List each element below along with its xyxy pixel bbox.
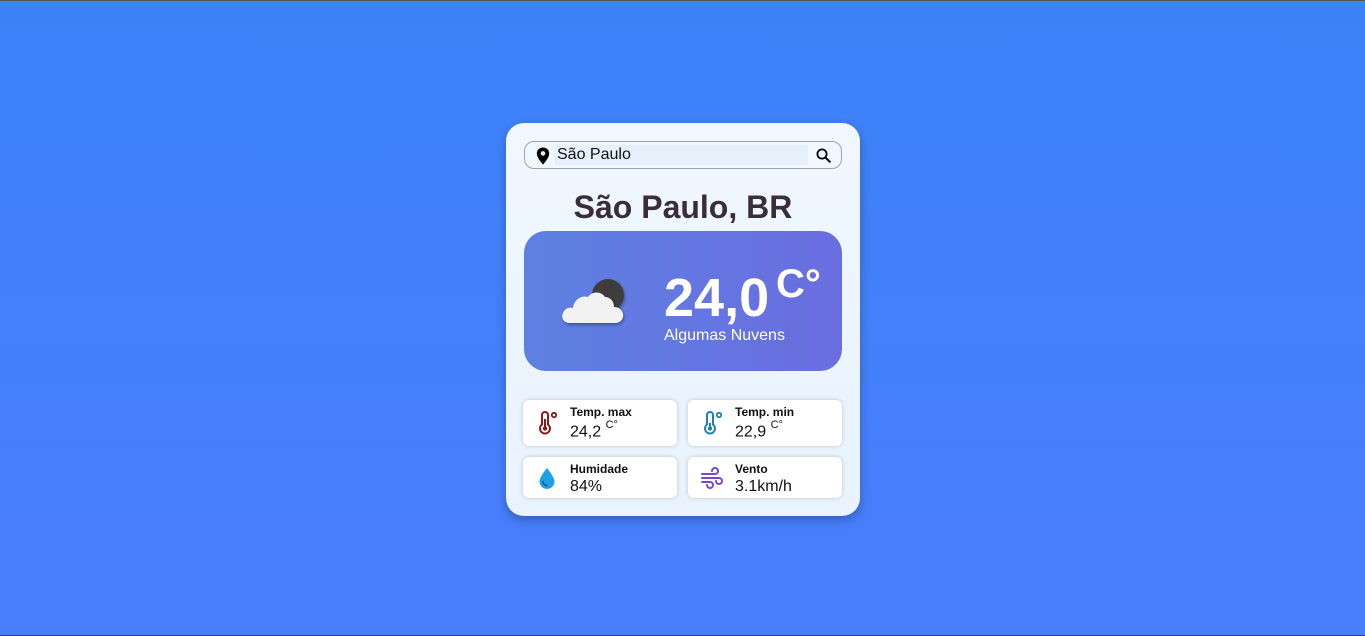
weather-card: São Paulo, BR 24,0 C° Algumas Nuvens Tem… xyxy=(506,123,860,516)
temp-max-value: 24,2 C° xyxy=(570,419,618,441)
humidity-label: Humidade xyxy=(570,462,629,476)
temp-max-label: Temp. max xyxy=(570,405,632,419)
current-weather-panel: 24,0 C° Algumas Nuvens xyxy=(524,231,842,371)
thermometer-cold-icon xyxy=(704,411,723,435)
thermometer-hot-icon xyxy=(539,411,558,435)
temperature-value: 24,0 xyxy=(664,268,770,328)
search-input[interactable] xyxy=(555,145,808,165)
humidity-tile: Humidade 84% xyxy=(523,457,677,498)
temp-min-value: 22,9 C° xyxy=(735,419,783,441)
temp-min-label: Temp. min xyxy=(735,405,795,419)
wind-tile: Vento 3.1km/h xyxy=(688,457,842,498)
cloud-moon-icon xyxy=(562,279,624,323)
wind-value: 3.1km/h xyxy=(735,478,792,495)
wind-label: Vento xyxy=(735,462,768,476)
temperature-unit: C° xyxy=(776,262,821,306)
map-pin-icon xyxy=(536,147,550,165)
temp-min-tile: Temp. min 22,9 C° xyxy=(688,400,842,446)
humidity-value: 84% xyxy=(570,478,603,495)
water-drop-icon xyxy=(539,468,555,489)
wind-icon xyxy=(701,467,723,489)
search-bar xyxy=(524,141,842,169)
search-icon[interactable] xyxy=(816,148,831,163)
weather-description: Algumas Nuvens xyxy=(664,327,785,344)
temp-max-tile: Temp. max 24,2 C° xyxy=(523,400,677,446)
city-title: São Paulo, BR xyxy=(573,189,793,225)
